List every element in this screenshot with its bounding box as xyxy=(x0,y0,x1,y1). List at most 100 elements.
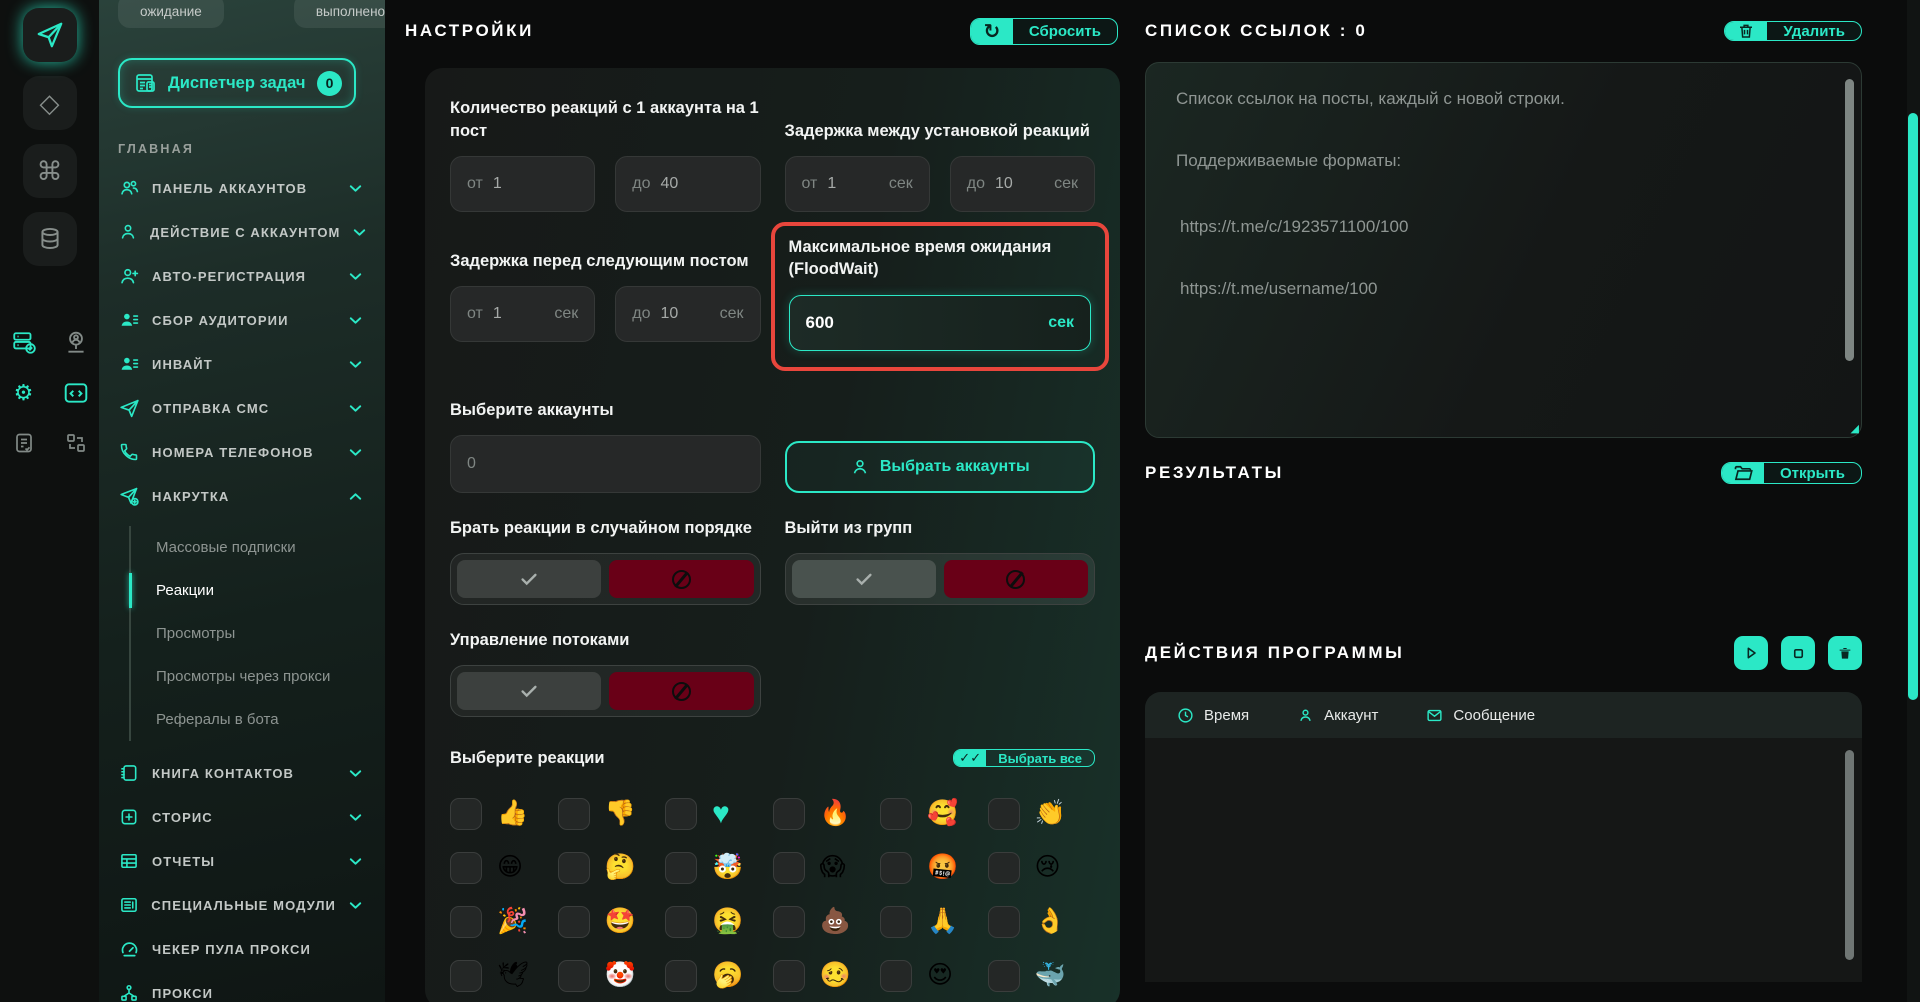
toggle-no-option[interactable] xyxy=(944,560,1088,598)
app-logo-button[interactable] xyxy=(23,8,77,62)
sidebar-subitem[interactable]: Массовые подписки xyxy=(131,526,385,569)
sidebar-item-phone-numbers[interactable]: НОМЕРА ТЕЛЕФОНОВ xyxy=(99,430,385,474)
sidebar-subitem[interactable]: Просмотры через прокси xyxy=(131,655,385,698)
toggle-no-option[interactable] xyxy=(609,560,753,598)
settings-column: НАСТРОЙКИ ↻ Сбросить Количество реакций … xyxy=(385,0,1145,1002)
select-all-button[interactable]: ✓✓ Выбрать все xyxy=(953,749,1095,767)
tab-done[interactable]: выполнено xyxy=(294,0,385,28)
double-check-icon: ✓✓ xyxy=(954,750,986,766)
reaction-checkbox[interactable] xyxy=(558,960,590,992)
toggle-yes-option[interactable] xyxy=(457,560,601,598)
select-accounts-button[interactable]: Выбрать аккаунты xyxy=(785,441,1096,493)
clipboard-check-icon[interactable] xyxy=(7,426,41,460)
reaction-checkbox[interactable] xyxy=(665,798,697,830)
floodwait-input[interactable]: 600 сек xyxy=(789,295,1092,351)
sidebar-item-contact-book[interactable]: КНИГА КОНТАКТОВ xyxy=(99,751,385,795)
delay-post-from-input[interactable]: от 1 сек xyxy=(450,286,595,342)
reaction-emoji: 🤩 xyxy=(605,909,636,934)
reaction-checkbox[interactable] xyxy=(880,906,912,938)
sidebar-item-invite[interactable]: ИНВАЙТ xyxy=(99,342,385,386)
swap-icon[interactable] xyxy=(59,426,93,460)
toggle-label: Брать реакции в случайном порядке xyxy=(450,517,761,539)
toggle-no-option[interactable] xyxy=(609,672,753,710)
sidebar-subitem[interactable]: Рефералы в бота xyxy=(131,698,385,741)
sidebar-item-accounts-panel[interactable]: ПАНЕЛЬ АККАУНТОВ xyxy=(99,166,385,210)
delete-links-button[interactable]: Удалить xyxy=(1724,21,1862,41)
reaction-checkbox[interactable] xyxy=(773,798,805,830)
program-actions-table: Время Аккаунт Сообщение xyxy=(1145,692,1862,982)
accounts-count-input[interactable]: 0 xyxy=(450,435,761,493)
sidebar-item-reports[interactable]: ОТЧЕТЫ xyxy=(99,839,385,883)
column-message[interactable]: Сообщение xyxy=(1426,707,1535,724)
reaction-checkbox[interactable] xyxy=(988,960,1020,992)
sidebar-item-nakrutka[interactable]: НАКРУТКА xyxy=(99,474,385,518)
sidebar-item-stories[interactable]: СТОРИС xyxy=(99,795,385,839)
placeholder-line: Список ссылок на посты, каждый с новой с… xyxy=(1176,89,1831,109)
sidebar-item-label: КНИГА КОНТАКТОВ xyxy=(152,766,336,781)
delay-reactions-from-input[interactable]: от 1 сек xyxy=(785,156,930,212)
reaction-checkbox[interactable] xyxy=(988,852,1020,884)
sidebar-subitem[interactable]: Реакции xyxy=(131,569,385,612)
task-manager-button[interactable]: Диспетчер задач 0 xyxy=(118,58,356,108)
reaction-checkbox[interactable] xyxy=(450,906,482,938)
reaction-checkbox[interactable] xyxy=(450,798,482,830)
page-scrollbar-thumb[interactable] xyxy=(1908,113,1918,700)
reactions-from-input[interactable]: от 1 xyxy=(450,156,595,212)
sidebar-subitem[interactable]: Просмотры xyxy=(131,612,385,655)
toggle-yes-option[interactable] xyxy=(792,560,936,598)
reaction-checkbox[interactable] xyxy=(665,852,697,884)
reaction-checkbox[interactable] xyxy=(450,852,482,884)
database-button[interactable] xyxy=(23,212,77,266)
person-network-icon[interactable] xyxy=(59,326,93,360)
reaction-checkbox[interactable] xyxy=(773,960,805,992)
table-scrollbar[interactable] xyxy=(1845,750,1854,960)
sidebar-item-account-action[interactable]: ДЕЙСТВИЕ С АККАУНТОМ xyxy=(99,210,385,254)
toggle-yes-option[interactable] xyxy=(457,672,601,710)
reaction-checkbox[interactable] xyxy=(773,906,805,938)
reaction-checkbox[interactable] xyxy=(558,906,590,938)
reaction-checkbox[interactable] xyxy=(880,852,912,884)
clear-log-button[interactable] xyxy=(1828,636,1862,670)
reaction-emoji: 🐳 xyxy=(1035,963,1066,988)
reaction-checkbox[interactable] xyxy=(988,906,1020,938)
reaction-checkbox[interactable] xyxy=(665,906,697,938)
gear-icon[interactable]: ⚙ xyxy=(7,376,41,410)
reaction-checkbox[interactable] xyxy=(880,960,912,992)
page-scrollbar[interactable] xyxy=(1907,0,1920,1002)
chevron-down-icon xyxy=(348,401,363,416)
sidebar-item-audience-collect[interactable]: СБОР АУДИТОРИИ xyxy=(99,298,385,342)
app-window: ◇ ⌘ ⚙ ожида xyxy=(0,0,1920,1002)
column-account[interactable]: Аккаунт xyxy=(1297,707,1378,724)
sidebar-item-send-sms[interactable]: ОТПРАВКА СМС xyxy=(99,386,385,430)
delay-post-to-input[interactable]: до 10 сек xyxy=(615,286,760,342)
reaction-checkbox[interactable] xyxy=(773,852,805,884)
delay-reactions-to-input[interactable]: до 10 сек xyxy=(950,156,1095,212)
resize-handle-icon[interactable]: ◢ xyxy=(1851,424,1859,435)
command-button[interactable]: ⌘ xyxy=(23,144,77,198)
toggle-label: Выйти из групп xyxy=(785,517,1096,539)
reaction-checkbox[interactable] xyxy=(880,798,912,830)
tab-waiting[interactable]: ожидание xyxy=(118,0,224,28)
open-results-button[interactable]: Открыть xyxy=(1721,462,1862,484)
code-window-icon[interactable] xyxy=(59,376,93,410)
server-check-icon[interactable] xyxy=(7,326,41,360)
textarea-scrollbar[interactable] xyxy=(1845,79,1854,361)
reaction-checkbox[interactable] xyxy=(665,960,697,992)
sidebar-item-special-modules[interactable]: СПЕЦИАЛЬНЫЕ МОДУЛИ xyxy=(99,883,385,927)
reaction-checkbox[interactable] xyxy=(450,960,482,992)
column-time[interactable]: Время xyxy=(1177,707,1249,724)
stop-button[interactable] xyxy=(1781,636,1815,670)
reactions-to-input[interactable]: до 40 xyxy=(615,156,760,212)
sidebar-item-auto-registration[interactable]: АВТО-РЕГИСТРАЦИЯ xyxy=(99,254,385,298)
task-manager-icon xyxy=(134,71,158,95)
sidebar-item-label: ЧЕКЕР ПУЛА ПРОКСИ xyxy=(152,942,363,957)
reset-button[interactable]: ↻ Сбросить xyxy=(970,18,1118,45)
reaction-checkbox[interactable] xyxy=(558,798,590,830)
sidebar-item-proxy[interactable]: ПРОКСИ xyxy=(99,971,385,1002)
links-textarea[interactable]: Список ссылок на посты, каждый с новой с… xyxy=(1145,62,1862,438)
play-button[interactable] xyxy=(1734,636,1768,670)
reaction-checkbox[interactable] xyxy=(558,852,590,884)
diamond-button[interactable]: ◇ xyxy=(23,76,77,130)
sidebar-item-proxy-pool-checker[interactable]: ЧЕКЕР ПУЛА ПРОКСИ xyxy=(99,927,385,971)
reaction-checkbox[interactable] xyxy=(988,798,1020,830)
